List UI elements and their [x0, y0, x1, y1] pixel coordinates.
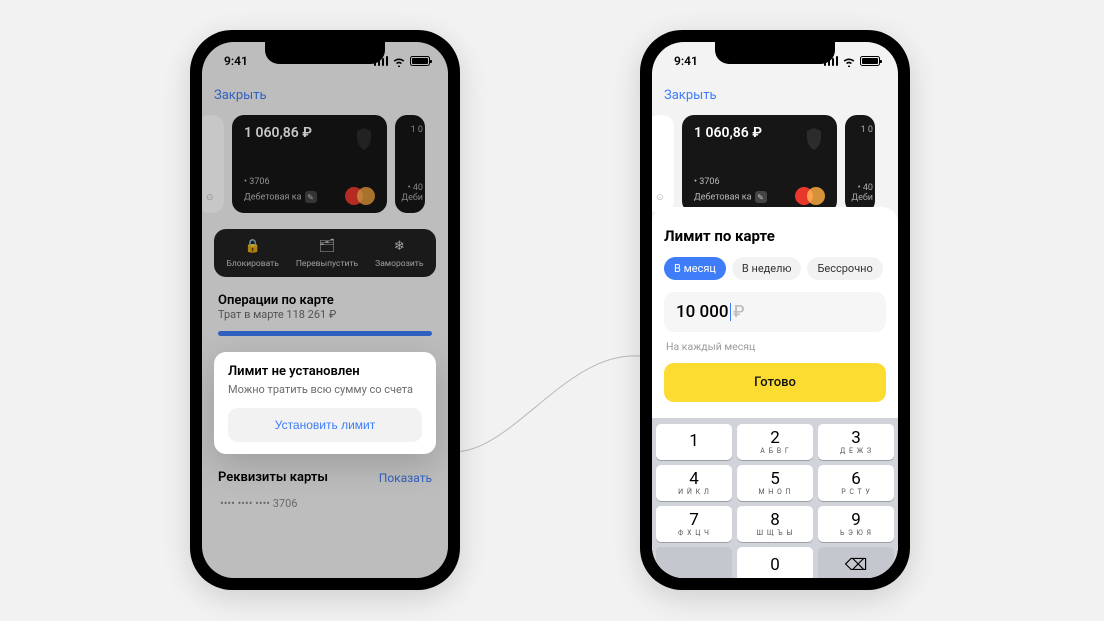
cards-carousel[interactable]: ⊙ 1 060,86 ₽ • 3706 Дебетовая ка✎ 1 0 • …	[202, 109, 448, 219]
action-block[interactable]: 🔒 Блокировать	[226, 237, 278, 269]
key-delete[interactable]: ⌫	[818, 547, 894, 578]
battery-icon	[860, 56, 880, 66]
key-0[interactable]: 0	[737, 547, 813, 578]
action-freeze[interactable]: ❄ Заморозить	[375, 237, 423, 269]
amount-value: 10 000	[676, 302, 729, 322]
key-4[interactable]: 4И Й К Л	[656, 465, 732, 501]
mastercard-icon	[345, 187, 375, 205]
card-number: • 3706	[694, 177, 720, 187]
chip-month[interactable]: В месяц	[664, 257, 726, 280]
phone-left: 9:41 Закрыть ⊙ 1 060,86 ₽ • 3706 Дебетов…	[190, 30, 460, 590]
pencil-icon[interactable]: ✎	[755, 191, 767, 203]
mastercard-icon	[795, 187, 825, 205]
status-time: 9:41	[224, 54, 248, 68]
key-7[interactable]: 7Ф Х Ц Ч	[656, 506, 732, 542]
operations-block[interactable]: Операции по карте Трат в марте 118 261 ₽	[216, 287, 434, 342]
card-number: • 3706	[244, 177, 270, 187]
requisites-title: Реквизиты карты	[218, 470, 328, 485]
set-limit-button[interactable]: Установить лимит	[228, 408, 422, 442]
done-button[interactable]: Готово	[664, 363, 886, 402]
snowflake-icon: ❄	[390, 237, 408, 255]
backspace-icon: ⌫	[845, 557, 868, 573]
battery-icon	[410, 56, 430, 66]
close-link[interactable]: Закрыть	[652, 80, 898, 109]
key-2[interactable]: 2А Б В Г	[737, 424, 813, 460]
key-5[interactable]: 5М Н О П	[737, 465, 813, 501]
wifi-icon	[842, 56, 856, 66]
status-time: 9:41	[674, 54, 698, 68]
card-prev-peek[interactable]: ⊙	[652, 115, 674, 213]
card-prev-peek[interactable]: ⊙	[202, 115, 224, 213]
sheet-title: Лимит по карте	[664, 227, 886, 245]
close-link[interactable]: Закрыть	[202, 80, 448, 109]
card-next-peek[interactable]: 1 0 • 40 Деби	[845, 115, 875, 213]
amount-currency: ₽	[733, 302, 745, 322]
chip-forever[interactable]: Бессрочно	[807, 257, 882, 280]
cards-carousel[interactable]: ⊙ 1 060,86 ₽ • 3706 Дебетовая ка✎ 1 0 • …	[652, 109, 898, 219]
key-6[interactable]: 6Р С Т У	[818, 465, 894, 501]
limit-title: Лимит не установлен	[228, 364, 422, 379]
lock-icon: 🔒	[244, 237, 262, 255]
card-next-peek[interactable]: 1 0 • 40 Деби	[395, 115, 425, 213]
reissue-icon: 🗂	[318, 237, 336, 255]
masked-number: •••• •••• •••• 3706	[218, 497, 432, 510]
credit-card-main[interactable]: 1 060,86 ₽ • 3706 Дебетовая ка✎	[232, 115, 387, 213]
chip-week[interactable]: В неделю	[732, 257, 802, 280]
amount-hint: На каждый месяц	[666, 340, 884, 353]
key-blank	[656, 547, 732, 578]
credit-card-main[interactable]: 1 060,86 ₽ • 3706 Дебетовая ка✎	[682, 115, 837, 213]
requisites-block: Реквизиты карты Показать •••• •••• •••• …	[216, 464, 434, 516]
numeric-keyboard: 1 2А Б В Г 3Д Е Ж З 4И Й К Л 5М Н О П 6Р…	[652, 418, 898, 578]
key-8[interactable]: 8Ш Щ Ъ Ы	[737, 506, 813, 542]
limit-block: Лимит не установлен Можно тратить всю су…	[214, 352, 436, 454]
card-type: Дебетовая ка✎	[244, 191, 317, 203]
actions-bar: 🔒 Блокировать 🗂 Перевыпустить ❄ Заморози…	[214, 229, 436, 277]
amount-input[interactable]: 10 000₽	[664, 292, 886, 332]
key-9[interactable]: 9Ь Э Ю Я	[818, 506, 894, 542]
card-logo-icon	[801, 125, 827, 155]
card-type: Дебетовая ка✎	[694, 191, 767, 203]
phone-right: 9:41 Закрыть ⊙ 1 060,86 ₽ • 3706 Дебетов…	[640, 30, 910, 590]
limit-subtitle: Можно тратить всю сумму со счета	[228, 383, 422, 396]
action-reissue[interactable]: 🗂 Перевыпустить	[296, 237, 358, 269]
operations-progress	[218, 331, 432, 336]
requisites-show-link[interactable]: Показать	[379, 471, 432, 485]
period-chips: В месяц В неделю Бессрочно	[664, 257, 886, 280]
operations-title: Операции по карте	[218, 293, 432, 308]
key-3[interactable]: 3Д Е Ж З	[818, 424, 894, 460]
pencil-icon[interactable]: ✎	[305, 191, 317, 203]
wifi-icon	[392, 56, 406, 66]
card-logo-icon	[351, 125, 377, 155]
key-1[interactable]: 1	[656, 424, 732, 460]
operations-subtitle: Трат в марте 118 261 ₽	[218, 308, 432, 321]
